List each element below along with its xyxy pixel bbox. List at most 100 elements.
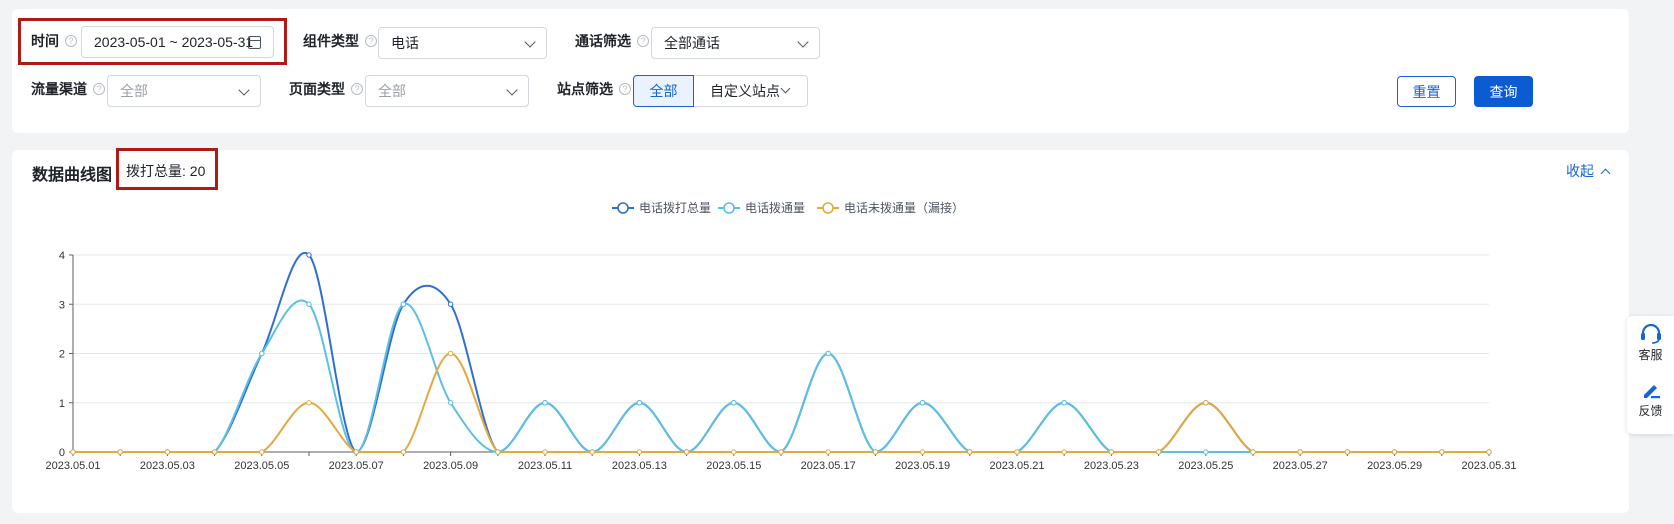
data-point[interactable]: [306, 252, 312, 258]
data-point[interactable]: [495, 449, 501, 455]
x-tick-label: 2023.05.13: [612, 460, 667, 472]
data-point[interactable]: [919, 400, 926, 406]
call-filter-select[interactable]: 全部通话: [651, 27, 820, 59]
data-point[interactable]: [1108, 449, 1115, 455]
customer-service-label: 客服: [1638, 348, 1663, 362]
component-type-label: 组件类型 ?: [303, 31, 377, 51]
data-point[interactable]: [164, 449, 171, 455]
legend-label: 电话拨打总量: [639, 201, 711, 215]
traffic-channel-label-text: 流量渠道: [31, 81, 87, 97]
customer-service-button[interactable]: 客服: [1627, 324, 1674, 363]
x-tick-label: 2023.05.05: [234, 460, 289, 472]
call-filter-value: 全部通话: [664, 35, 720, 51]
x-tick-label: 2023.05.07: [329, 460, 384, 472]
data-point[interactable]: [1486, 449, 1492, 455]
data-point[interactable]: [636, 449, 643, 455]
data-point[interactable]: [306, 400, 312, 406]
series-line: [73, 299, 1489, 454]
data-point[interactable]: [117, 449, 123, 455]
data-point[interactable]: [731, 400, 737, 406]
chevron-down-icon: [238, 84, 250, 96]
legend-marker: [723, 202, 735, 214]
data-point[interactable]: [589, 449, 595, 455]
page-type-label-text: 页面类型: [289, 81, 345, 97]
x-tick-label: 2023.05.31: [1461, 460, 1516, 472]
data-point[interactable]: [400, 449, 407, 455]
data-point[interactable]: [542, 449, 548, 455]
data-point[interactable]: [70, 449, 76, 455]
feedback-label: 反馈: [1638, 404, 1663, 418]
chart-axes: 0 1 2 3 4 2023.05.01 2023.05.03 2023.05.05 2023.…: [45, 250, 1516, 472]
legend-item[interactable]: 电话未拨通量（漏接）: [817, 200, 964, 215]
data-point[interactable]: [1203, 449, 1209, 455]
data-point[interactable]: [825, 350, 831, 357]
component-type-value: 电话: [391, 35, 419, 51]
legend-marker: [822, 202, 834, 214]
data-point[interactable]: [1297, 449, 1303, 455]
data-point[interactable]: [683, 449, 690, 455]
data-point[interactable]: [447, 400, 454, 406]
data-point[interactable]: [447, 301, 454, 307]
data-point[interactable]: [306, 301, 312, 307]
series-line: [73, 251, 1489, 454]
x-tick-label: 2023.05.09: [423, 460, 478, 472]
chart-legend: 电话拨打总量 电话拨通量 电话未拨通量（漏接）: [612, 200, 964, 215]
data-point[interactable]: [1061, 449, 1067, 455]
help-icon[interactable]: ?: [351, 83, 363, 95]
data-point[interactable]: [919, 449, 926, 455]
reset-button[interactable]: 重置: [1397, 76, 1456, 107]
help-icon[interactable]: ?: [93, 83, 105, 95]
data-point[interactable]: [1203, 400, 1209, 406]
site-filter-label: 站点筛选 ?: [557, 79, 631, 99]
data-point[interactable]: [1061, 400, 1067, 406]
data-point[interactable]: [1014, 449, 1020, 455]
x-tick-label: 2023.05.11: [518, 460, 572, 472]
chevron-down-icon: [524, 36, 536, 48]
data-point[interactable]: [1344, 449, 1351, 455]
call-filter-label: 通话筛选 ?: [575, 31, 649, 51]
chevron-down-icon: [797, 36, 809, 48]
data-point[interactable]: [636, 400, 643, 406]
data-point[interactable]: [400, 301, 407, 307]
site-filter-custom-option[interactable]: 自定义站点: [694, 75, 808, 107]
component-type-label-text: 组件类型: [303, 33, 359, 49]
x-tick-label: 2023.05.01: [45, 460, 100, 472]
data-point[interactable]: [1439, 449, 1445, 455]
x-tick-label: 2023.05.25: [1178, 460, 1233, 472]
data-point[interactable]: [353, 449, 359, 455]
x-tick-label: 2023.05.15: [706, 460, 761, 472]
x-tick-label: 2023.05.27: [1273, 460, 1328, 472]
traffic-channel-placeholder: 全部: [120, 83, 148, 99]
feedback-button[interactable]: 反馈: [1627, 380, 1674, 419]
site-filter-all-option[interactable]: 全部: [633, 75, 694, 107]
data-point[interactable]: [1391, 449, 1398, 455]
page-type-select[interactable]: 全部: [365, 75, 529, 107]
traffic-channel-select[interactable]: 全部: [107, 75, 261, 107]
data-point[interactable]: [731, 449, 737, 455]
data-point[interactable]: [259, 350, 265, 357]
page-type-label: 页面类型 ?: [289, 79, 363, 99]
data-point[interactable]: [967, 449, 973, 455]
chevron-down-icon: [506, 84, 518, 96]
data-point[interactable]: [1250, 449, 1256, 455]
headset-icon: [1640, 324, 1661, 344]
line-chart: 0 1 2 3 4 2023.05.01 2023.05.03 2023.05.05 2023.…: [45, 200, 1516, 472]
query-button[interactable]: 查询: [1474, 76, 1533, 107]
y-tick-label: 3: [59, 299, 65, 311]
data-point[interactable]: [1155, 449, 1162, 455]
legend-item[interactable]: 电话拨通量: [718, 201, 805, 215]
help-icon[interactable]: ?: [365, 35, 377, 47]
component-type-select[interactable]: 电话: [378, 27, 547, 59]
data-point[interactable]: [447, 350, 454, 357]
help-icon[interactable]: ?: [619, 83, 631, 95]
data-point[interactable]: [211, 449, 218, 455]
side-toolbar: 客服 反馈: [1627, 316, 1674, 434]
legend-item[interactable]: 电话拨打总量: [612, 201, 711, 215]
site-filter-segmented: 全部 自定义站点: [633, 75, 808, 107]
data-point[interactable]: [259, 449, 265, 455]
help-icon[interactable]: ?: [637, 35, 649, 47]
data-point[interactable]: [872, 449, 879, 455]
data-point[interactable]: [825, 449, 831, 455]
data-point[interactable]: [542, 400, 548, 406]
data-point[interactable]: [778, 449, 784, 455]
